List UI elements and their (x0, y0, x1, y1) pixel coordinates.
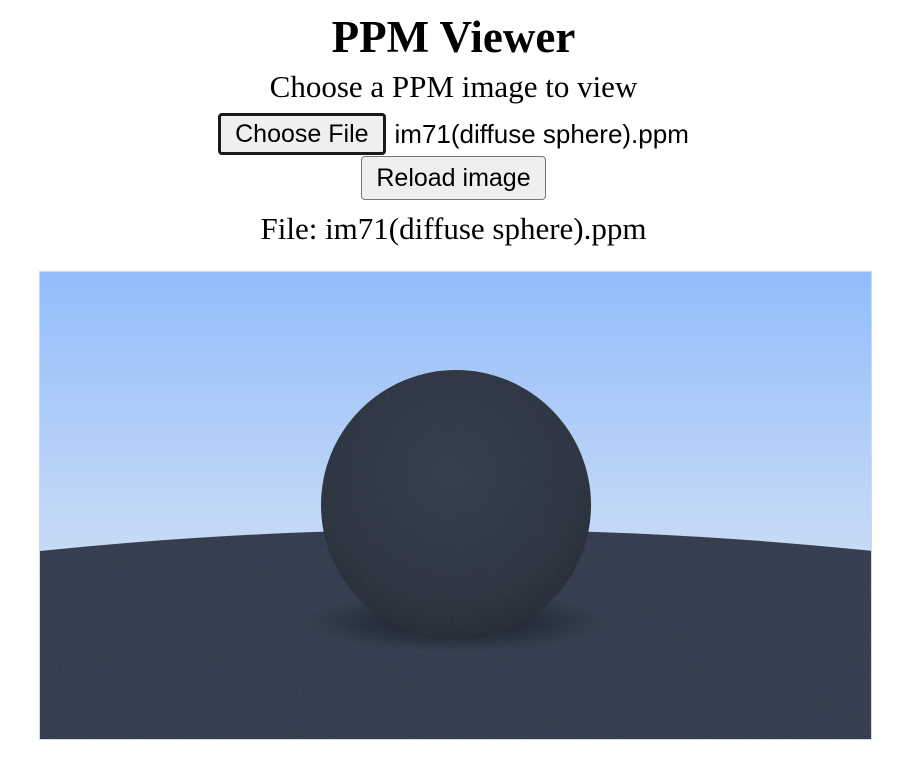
rendered-ppm-image (40, 272, 871, 739)
current-file-label: File: im71(diffuse sphere).ppm (260, 211, 647, 246)
image-canvas (39, 271, 872, 740)
choose-file-button[interactable]: Choose File (218, 113, 386, 155)
reload-row: Reload image (0, 156, 907, 200)
page-title: PPM Viewer (331, 12, 576, 62)
ppm-viewer-page: PPM Viewer Choose a PPM image to view Ch… (0, 0, 907, 246)
reload-image-button[interactable]: Reload image (361, 156, 546, 200)
selected-file-name: im71(diffuse sphere).ppm (394, 119, 689, 149)
file-input[interactable]: Choose File im71(diffuse sphere).ppm (0, 113, 907, 155)
page-subtitle: Choose a PPM image to view (269, 69, 638, 104)
